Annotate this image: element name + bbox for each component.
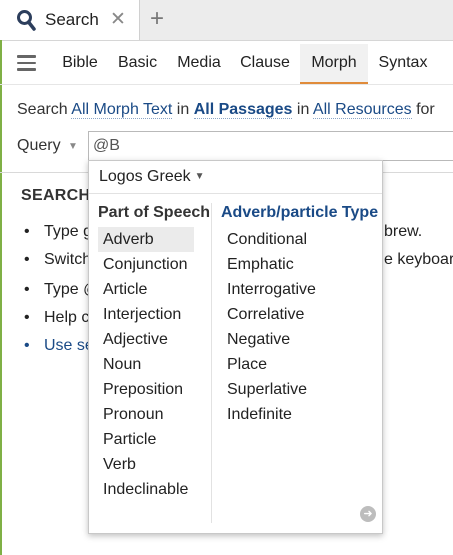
query-label[interactable]: Query bbox=[17, 137, 61, 155]
lexicon-select[interactable]: Logos Greek ▼ bbox=[99, 168, 205, 186]
search-type-syntax[interactable]: Syntax bbox=[371, 44, 435, 84]
chevron-down-icon[interactable]: ▼ bbox=[68, 141, 78, 152]
help-heading: SEARCH bbox=[21, 187, 91, 204]
morph-dropdown: Logos Greek ▼ Part of Speech Adverb/parti… bbox=[88, 160, 383, 534]
part-of-speech-heading: Part of Speech bbox=[98, 204, 211, 221]
passages-link[interactable]: All Passages bbox=[193, 101, 293, 119]
type-option-place[interactable]: Place bbox=[222, 352, 372, 377]
close-icon[interactable]: ✕ bbox=[110, 8, 126, 31]
hamburger-menu-icon[interactable] bbox=[17, 55, 36, 71]
pos-option-particle[interactable]: Particle bbox=[98, 427, 194, 452]
search-prefix: Search bbox=[17, 101, 68, 118]
type-option-correlative[interactable]: Correlative bbox=[222, 302, 372, 327]
pos-option-article[interactable]: Article bbox=[98, 277, 194, 302]
help-item-tail: e keyboard bbox=[384, 251, 453, 268]
help-item-link[interactable]: • Use se bbox=[24, 337, 94, 355]
pos-option-adverb[interactable]: Adverb bbox=[98, 227, 194, 252]
resources-link[interactable]: All Resources bbox=[312, 101, 412, 119]
search-type-divider bbox=[0, 84, 453, 85]
tab-title: Search bbox=[45, 10, 99, 29]
pos-option-preposition[interactable]: Preposition bbox=[98, 377, 194, 402]
help-item: • Type g bbox=[24, 223, 93, 240]
search-type-media[interactable]: Media bbox=[170, 44, 228, 84]
pos-option-pronoun[interactable]: Pronoun bbox=[98, 402, 194, 427]
type-option-emphatic[interactable]: Emphatic bbox=[222, 252, 372, 277]
help-item: • Switch bbox=[24, 251, 92, 268]
type-option-interrogative[interactable]: Interrogative bbox=[222, 277, 372, 302]
pos-option-noun[interactable]: Noun bbox=[98, 352, 194, 377]
in-label-1: in bbox=[176, 101, 190, 118]
search-icon bbox=[17, 10, 36, 31]
search-type-morph[interactable]: Morph bbox=[300, 44, 368, 84]
tab-strip: Search ✕ + bbox=[0, 0, 453, 41]
query-input[interactable] bbox=[88, 131, 453, 161]
pos-option-adjective[interactable]: Adjective bbox=[98, 327, 194, 352]
search-tab[interactable]: Search ✕ bbox=[0, 0, 140, 40]
search-type-clause[interactable]: Clause bbox=[234, 44, 296, 84]
search-type-basic[interactable]: Basic bbox=[111, 44, 164, 84]
help-item: • Help c bbox=[24, 309, 90, 326]
type-option-conditional[interactable]: Conditional bbox=[222, 227, 372, 252]
help-item-tail: brew. bbox=[384, 223, 423, 240]
chevron-down-icon: ▼ bbox=[194, 171, 205, 182]
dropdown-divider bbox=[89, 193, 382, 194]
type-option-indefinite[interactable]: Indefinite bbox=[222, 402, 372, 427]
text-scope-link[interactable]: All Morph Text bbox=[71, 101, 173, 119]
new-tab-icon[interactable]: + bbox=[150, 5, 164, 33]
pos-option-verb[interactable]: Verb bbox=[98, 452, 194, 477]
search-scope-line: Search All Morph Text in All Passages in… bbox=[17, 101, 435, 119]
search-suffix: for bbox=[416, 101, 435, 118]
type-option-superlative[interactable]: Superlative bbox=[222, 377, 372, 402]
column-divider bbox=[211, 203, 212, 523]
type-option-negative[interactable]: Negative bbox=[222, 327, 372, 352]
next-arrow-icon[interactable]: ➜ bbox=[360, 506, 376, 522]
pos-option-interjection[interactable]: Interjection bbox=[98, 302, 194, 327]
lexicon-select-label: Logos Greek bbox=[99, 168, 191, 185]
accent-line bbox=[0, 40, 2, 555]
pos-option-indeclinable[interactable]: Indeclinable bbox=[98, 477, 194, 502]
search-type-bible[interactable]: Bible bbox=[54, 44, 106, 84]
in-label-2: in bbox=[296, 101, 310, 118]
adverb-type-heading: Adverb/particle Type bbox=[221, 204, 379, 221]
pos-option-conjunction[interactable]: Conjunction bbox=[98, 252, 194, 277]
